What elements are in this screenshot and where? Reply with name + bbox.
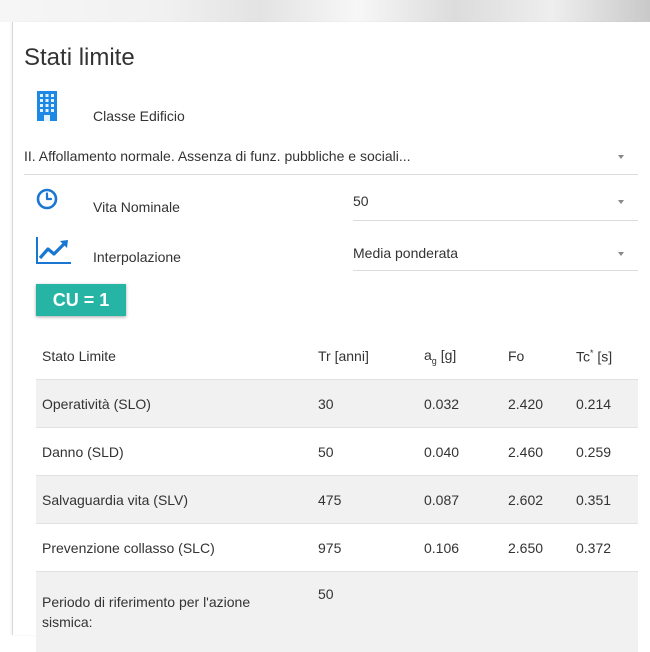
table-row: Salvaguardia vita (SLV) 475 0.087 2.602 …	[36, 476, 638, 524]
cell-tr: 30	[312, 380, 418, 428]
cell-tc: 0.214	[570, 380, 638, 428]
classe-edificio-select[interactable]: II. Affollamento normale. Assenza di fun…	[24, 148, 638, 175]
table-row: Danno (SLD) 50 0.040 2.460 0.259	[36, 428, 638, 476]
header-stato-limite: Stato Limite	[36, 333, 312, 380]
cell-ag: 0.106	[418, 524, 502, 572]
periodo-value: 50	[312, 572, 418, 652]
empty-cell	[502, 572, 570, 652]
vita-nominale-value: 50	[353, 193, 369, 209]
cell-stato: Operatività (SLO)	[36, 380, 312, 428]
classe-edificio-value: II. Affollamento normale. Assenza di fun…	[24, 148, 411, 164]
cell-tc: 0.259	[570, 428, 638, 476]
header-ag-main: a	[424, 347, 432, 363]
header-tc-superscript: *	[590, 348, 594, 358]
cell-tr: 50	[312, 428, 418, 476]
table-header-row: Stato Limite Tr [anni] ag [g] Fo Tc* [s]	[36, 333, 638, 380]
classe-edificio-dropdown-icon[interactable]	[618, 155, 624, 159]
clock-icon	[36, 188, 58, 215]
header-tr: Tr [anni]	[312, 333, 418, 380]
periodo-label: Periodo di riferimento per l'azione sism…	[36, 572, 312, 652]
header-fo: Fo	[502, 333, 570, 380]
vita-nominale-label: Vita Nominale	[93, 199, 180, 215]
cell-tr: 975	[312, 524, 418, 572]
building-icon	[36, 90, 58, 127]
table-row: Prevenzione collasso (SLC) 975 0.106 2.6…	[36, 524, 638, 572]
cell-ag: 0.087	[418, 476, 502, 524]
page-title: Stati limite	[24, 44, 135, 72]
header-tc-main: Tc	[576, 348, 590, 364]
cell-tc: 0.351	[570, 476, 638, 524]
empty-cell	[418, 572, 502, 652]
header-ag: ag [g]	[418, 333, 502, 380]
cell-fo: 2.602	[502, 476, 570, 524]
header-tc-unit: [s]	[597, 348, 612, 364]
vita-nominale-select[interactable]: 50	[353, 193, 638, 221]
header-ag-subscript: g	[432, 355, 437, 365]
cu-badge: CU = 1	[36, 284, 126, 316]
empty-cell	[570, 572, 638, 652]
cell-fo: 2.650	[502, 524, 570, 572]
interpolazione-dropdown-icon[interactable]	[618, 252, 624, 256]
header-ag-unit: [g]	[441, 347, 457, 363]
header-background-strip	[0, 0, 650, 22]
classe-edificio-label: Classe Edificio	[93, 108, 185, 124]
vita-nominale-dropdown-icon[interactable]	[618, 200, 624, 204]
periodo-riferimento-row: Periodo di riferimento per l'azione sism…	[36, 572, 638, 652]
cell-ag: 0.040	[418, 428, 502, 476]
cell-stato: Danno (SLD)	[36, 428, 312, 476]
interpolazione-select[interactable]: Media ponderata	[353, 245, 638, 271]
cell-stato: Prevenzione collasso (SLC)	[36, 524, 312, 572]
interpolazione-label: Interpolazione	[93, 249, 181, 265]
cell-ag: 0.032	[418, 380, 502, 428]
cell-fo: 2.460	[502, 428, 570, 476]
interpolazione-value: Media ponderata	[353, 245, 458, 261]
cell-fo: 2.420	[502, 380, 570, 428]
table-row: Operatività (SLO) 30 0.032 2.420 0.214	[36, 380, 638, 428]
header-tc: Tc* [s]	[570, 333, 638, 380]
cell-stato: Salvaguardia vita (SLV)	[36, 476, 312, 524]
trending-up-icon	[36, 236, 72, 269]
cell-tr: 475	[312, 476, 418, 524]
stati-limite-table: Stato Limite Tr [anni] ag [g] Fo Tc* [s]…	[36, 333, 638, 652]
cell-tc: 0.372	[570, 524, 638, 572]
